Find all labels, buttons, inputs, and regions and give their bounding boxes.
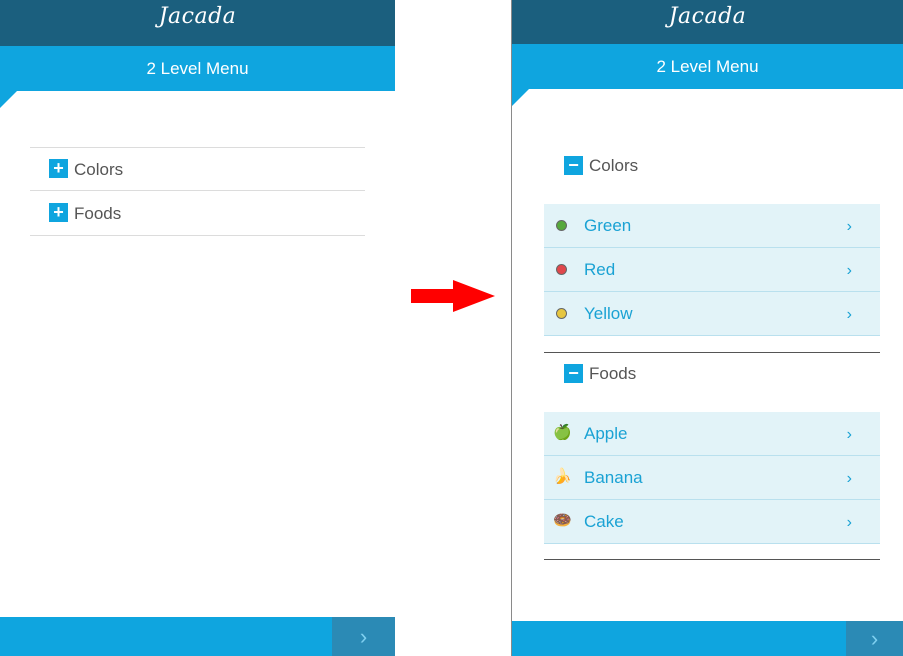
left-screen: Jacada 2 Level Menu + Colors + Foods › <box>0 0 395 656</box>
chevron-right-icon: › <box>870 626 879 651</box>
submenu-item-cake[interactable]: 🍩 Cake › <box>544 500 880 544</box>
menu-item-label: Colors <box>74 160 124 179</box>
chevron-right-icon: › <box>846 514 852 531</box>
jacada-logo: Jacada <box>668 4 747 29</box>
chevron-right-icon: › <box>846 470 852 487</box>
section-divider <box>544 352 880 353</box>
submenu-item-label: Red <box>584 260 616 279</box>
submenu-item-label: Cake <box>584 512 624 531</box>
menu-item-label: Foods <box>589 364 637 383</box>
title-fold-decoration <box>0 91 17 108</box>
yellow-dot-icon <box>556 308 567 319</box>
chevron-right-icon: › <box>846 426 852 443</box>
foods-submenu: 🍏 Apple › 🍌 Banana › 🍩 Cake › <box>544 412 880 544</box>
chevron-right-icon: › <box>846 262 852 279</box>
apple-icon: 🍏 <box>553 424 572 441</box>
right-screen: Jacada 2 Level Menu − Colors Green › Red… <box>511 0 903 656</box>
submenu-item-apple[interactable]: 🍏 Apple › <box>544 412 880 456</box>
menu-item-colors[interactable]: + Colors <box>30 147 365 191</box>
menu-item-label: Colors <box>589 156 639 175</box>
jacada-logo: Jacada <box>158 4 237 29</box>
red-dot-icon <box>556 264 567 275</box>
bottom-bar: › <box>0 617 395 656</box>
page-title: 2 Level Menu <box>512 44 903 89</box>
colors-submenu: Green › Red › Yellow › <box>544 204 880 336</box>
submenu-item-red[interactable]: Red › <box>544 248 880 292</box>
collapse-icon[interactable]: − <box>564 156 583 175</box>
expand-icon[interactable]: + <box>49 203 68 222</box>
menu-item-label: Foods <box>74 204 122 223</box>
next-button[interactable]: › <box>332 617 395 656</box>
green-dot-icon <box>556 220 567 231</box>
submenu-item-label: Green <box>584 216 632 235</box>
submenu-item-green[interactable]: Green › <box>544 204 880 248</box>
chevron-right-icon: › <box>846 218 852 235</box>
next-button[interactable]: › <box>846 621 903 656</box>
submenu-item-label: Apple <box>584 424 628 443</box>
cake-icon: 🍩 <box>553 512 572 529</box>
banana-icon: 🍌 <box>553 468 572 485</box>
top-bar: Jacada <box>512 0 903 44</box>
submenu-item-label: Banana <box>584 468 643 487</box>
transition-arrow-icon <box>411 280 495 312</box>
top-bar: Jacada <box>0 0 395 46</box>
submenu-item-banana[interactable]: 🍌 Banana › <box>544 456 880 500</box>
expand-icon[interactable]: + <box>49 159 68 178</box>
collapse-icon[interactable]: − <box>564 364 583 383</box>
section-divider <box>544 559 880 560</box>
title-fold-decoration <box>512 89 529 106</box>
submenu-item-yellow[interactable]: Yellow › <box>544 292 880 336</box>
menu-item-foods[interactable]: + Foods <box>30 192 365 236</box>
bottom-bar: › <box>512 621 903 656</box>
chevron-right-icon: › <box>359 624 368 649</box>
page-title: 2 Level Menu <box>0 46 395 91</box>
submenu-item-label: Yellow <box>584 304 633 323</box>
chevron-right-icon: › <box>846 306 852 323</box>
